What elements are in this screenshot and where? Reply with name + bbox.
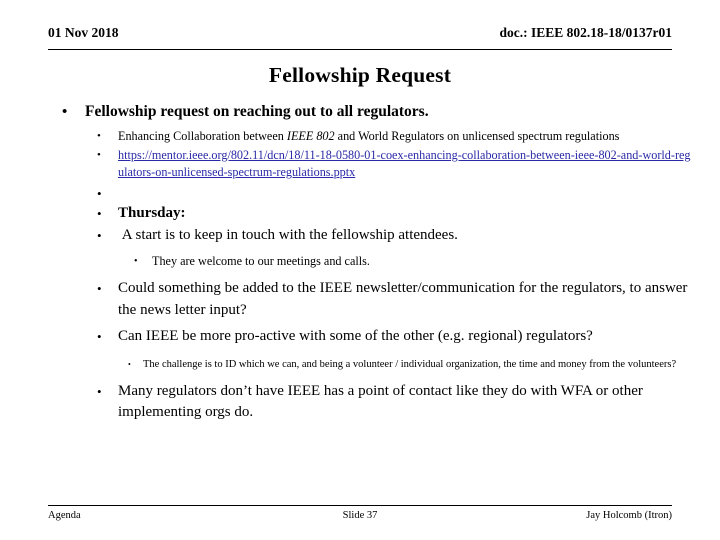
bullet-glyph: • — [97, 130, 101, 142]
bullet-level2-newsletter-question: • Could something be added to the IEEE n… — [48, 278, 696, 321]
footer-section-label: Agenda — [48, 510, 81, 521]
bullet-glyph: • — [128, 359, 131, 369]
bullet-glyph: • — [62, 104, 68, 120]
bullet-glyph: • — [134, 255, 138, 267]
bullet-text: Many regulators don’t have IEEE has a po… — [118, 382, 643, 421]
bullet-glyph: • — [97, 205, 102, 221]
bullet-text: A start is to keep in touch with the fel… — [118, 225, 696, 247]
bullet-glyph: • — [97, 383, 102, 399]
bullet-glyph: • — [97, 185, 102, 201]
bullet-level1-fellowship-request: • Fellowship request on reaching out to … — [48, 102, 696, 122]
footer-author: Jay Holcomb (Itron) — [586, 510, 672, 521]
bullet-level2-keep-in-touch: • A start is to keep in touch with the f… — [48, 225, 696, 247]
slide-footer: Agenda Slide 37 Jay Holcomb (Itron) — [48, 505, 672, 529]
bullet-text: Fellowship request on reaching out to al… — [85, 103, 429, 120]
bullet-text: They are welcome to our meetings and cal… — [152, 253, 370, 268]
bullet-level2-mentor-link: • https://mentor.ieee.org/802.11/dcn/18/… — [48, 147, 696, 182]
bullet-glyph: • — [97, 329, 102, 344]
bullet-level2-empty: • — [48, 183, 696, 201]
bullet-glyph: • — [97, 281, 102, 296]
bullet-level4-challenge: • The challenge is to ID which we can, a… — [48, 357, 696, 372]
bullet-level3-welcome-meetings: • They are welcome to our meetings and c… — [48, 253, 696, 271]
bullet-text: The challenge is to ID which we can, and… — [143, 358, 677, 370]
bullet-level2-enhancing-collaboration: • Enhancing Collaboration between IEEE 8… — [48, 128, 696, 146]
bullet-text: Enhancing Collaboration between IEEE 802… — [118, 128, 696, 146]
bullet-text: Thursday: — [118, 204, 186, 221]
bullet-level2-thursday: • Thursday: — [48, 203, 696, 225]
footer-slide-number: Slide 37 — [342, 510, 378, 521]
bullet-text: https://mentor.ieee.org/802.11/dcn/18/11… — [118, 147, 696, 182]
bullet-glyph: • — [97, 148, 101, 161]
slide-title: Fellowship Request — [268, 63, 452, 87]
bullet-text: Can IEEE be more pro-active with some of… — [118, 328, 593, 344]
text-run-1: Enhancing Collaboration between — [118, 129, 287, 143]
mentor-document-hyperlink[interactable]: https://mentor.ieee.org/802.11/dcn/18/11… — [118, 148, 691, 180]
bullet-level2-point-of-contact: • Many regulators don’t have IEEE has a … — [48, 381, 696, 424]
bullet-glyph: • — [97, 228, 102, 243]
slide-header: 01 Nov 2018 doc.: IEEE 802.18-18/0137r01 — [48, 24, 672, 50]
bullet-level2-proactive-question: • Can IEEE be more pro-active with some … — [48, 326, 696, 348]
bullet-text-inner: A start is to keep in touch with the fel… — [121, 227, 458, 243]
bullet-text: Could something be added to the IEEE new… — [118, 280, 688, 318]
header-date: 01 Nov 2018 — [48, 25, 119, 40]
slide-body: • Fellowship request on reaching out to … — [48, 102, 696, 426]
text-run-italic: IEEE 802 — [286, 129, 335, 143]
text-run-2: and World Regulators on unlicensed spect… — [334, 129, 620, 143]
header-document-number: doc.: IEEE 802.18-18/0137r01 — [499, 25, 672, 40]
